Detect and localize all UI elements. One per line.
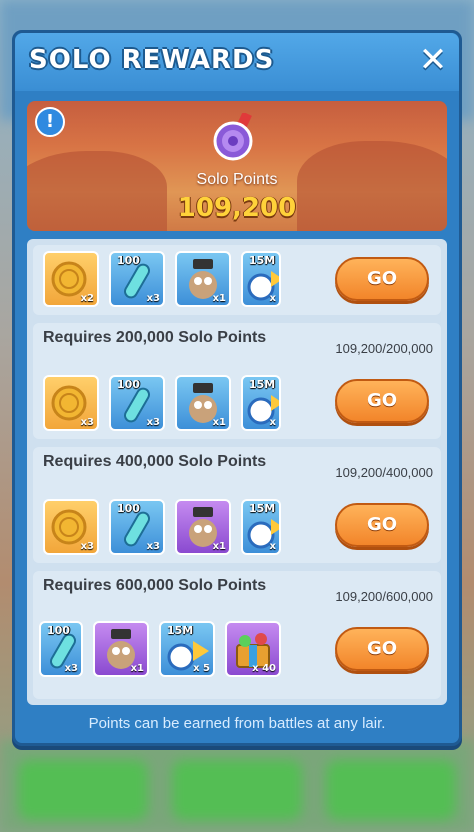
- item-tag: 15M: [249, 378, 276, 391]
- close-button[interactable]: ✕: [415, 43, 451, 79]
- speedup-clock-icon: 15M x: [241, 499, 281, 555]
- tier-requirement: Requires 600,000 Solo Points: [43, 577, 267, 594]
- solo-rewards-dialog: SOLO REWARDS ✕ ! Solo Points 109,200 x2 …: [12, 30, 462, 746]
- dialog-header: SOLO REWARDS ✕: [15, 33, 459, 91]
- reward-tier-list[interactable]: x2 100 x3 x1 15M x GO Requires 200,000 S…: [27, 239, 447, 705]
- potion-vial-icon: 100 x3: [109, 499, 165, 555]
- item-qty: x3: [80, 417, 94, 428]
- potion-vial-icon: 100 x3: [39, 621, 83, 677]
- footer-note: Points can be earned from battles at any…: [88, 715, 386, 732]
- medal-icon: [213, 113, 253, 161]
- item-qty: x1: [212, 293, 226, 304]
- item-qty: x3: [64, 663, 78, 674]
- gold-coin-icon: x3: [43, 375, 99, 431]
- item-qty: x2: [80, 293, 94, 304]
- item-tag: 15M: [167, 624, 194, 637]
- info-icon[interactable]: !: [35, 107, 65, 137]
- solo-points-banner: ! Solo Points 109,200: [27, 101, 447, 231]
- solo-points-value: 109,200: [177, 193, 297, 223]
- item-qty: x 5: [193, 663, 210, 674]
- item-tag: 100: [47, 624, 70, 637]
- item-qty: x3: [146, 293, 160, 304]
- go-button[interactable]: GO: [335, 257, 429, 301]
- item-qty: x3: [80, 541, 94, 552]
- reward-tier: x2 100 x3 x1 15M x GO: [33, 245, 441, 315]
- speedup-clock-icon: 15M x: [241, 375, 281, 431]
- item-qty: x1: [130, 663, 144, 674]
- tier-progress: 109,200/600,000: [335, 589, 433, 604]
- reward-tier: Requires 200,000 Solo Points 109,200/200…: [33, 323, 441, 439]
- item-qty: x3: [146, 417, 160, 428]
- gold-coin-icon: x2: [43, 251, 99, 307]
- tier-requirement: Requires 200,000 Solo Points: [43, 329, 267, 346]
- solo-points-label: Solo Points: [196, 171, 278, 188]
- dialog-title: SOLO REWARDS: [29, 45, 275, 75]
- item-tag: 100: [117, 502, 140, 515]
- item-qty: x: [269, 541, 276, 552]
- go-button[interactable]: GO: [335, 503, 429, 547]
- item-qty: x1: [212, 541, 226, 552]
- go-button[interactable]: GO: [335, 627, 429, 671]
- owl-pet-icon: x1: [175, 251, 231, 307]
- gift-box-icon: x 40: [225, 621, 281, 677]
- potion-vial-icon: 100 x3: [109, 251, 165, 307]
- owl-pet-icon: x1: [175, 499, 231, 555]
- reward-tier: Requires 600,000 Solo Points 109,200/600…: [33, 571, 441, 699]
- speedup-clock-icon: 15M x 5: [159, 621, 215, 677]
- go-button[interactable]: GO: [335, 379, 429, 423]
- item-tag: 100: [117, 378, 140, 391]
- tier-progress: 109,200/200,000: [335, 341, 433, 356]
- owl-pet-icon: x1: [93, 621, 149, 677]
- item-tag: 15M: [249, 254, 276, 267]
- owl-pet-icon: x1: [175, 375, 231, 431]
- tier-progress: 109,200/400,000: [335, 465, 433, 480]
- item-qty: x 40: [252, 663, 276, 674]
- item-tag: 15M: [249, 502, 276, 515]
- reward-tier: Requires 400,000 Solo Points 109,200/400…: [33, 447, 441, 563]
- gold-coin-icon: x3: [43, 499, 99, 555]
- item-qty: x: [269, 417, 276, 428]
- tier-requirement: Requires 400,000 Solo Points: [43, 453, 267, 470]
- item-qty: x3: [146, 541, 160, 552]
- potion-vial-icon: 100 x3: [109, 375, 165, 431]
- item-qty: x: [269, 293, 276, 304]
- speedup-clock-icon: 15M x: [241, 251, 281, 307]
- item-qty: x1: [212, 417, 226, 428]
- item-tag: 100: [117, 254, 140, 267]
